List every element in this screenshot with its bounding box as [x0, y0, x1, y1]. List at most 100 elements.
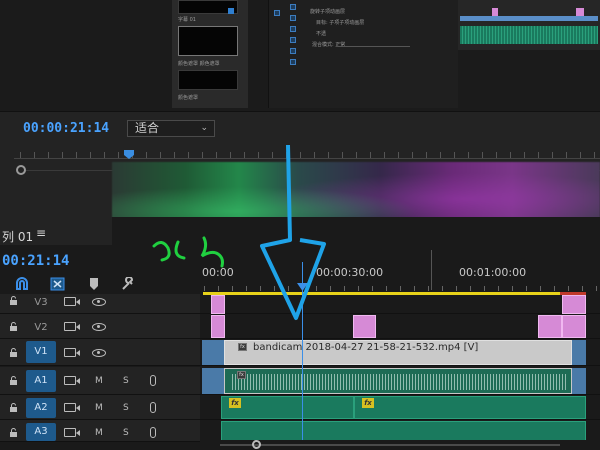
- clip-color-matte[interactable]: [211, 295, 225, 314]
- solo-toggle[interactable]: S: [123, 403, 129, 413]
- chevron-down-icon: ⌄: [200, 123, 208, 133]
- track-name-a2[interactable]: A2: [26, 398, 56, 418]
- mini-audio: [460, 26, 598, 44]
- thumb-label: 颜色遮罩 颜色遮罩: [178, 61, 220, 67]
- ruler-tick: [20, 152, 21, 158]
- track-name-a3[interactable]: A3: [26, 423, 56, 441]
- solo-toggle[interactable]: S: [123, 376, 129, 386]
- clip-video-head[interactable]: [202, 340, 224, 365]
- ruler-tick: [104, 152, 105, 158]
- timeline-timecode[interactable]: 00:21:14: [2, 253, 69, 269]
- lock-icon[interactable]: [9, 322, 18, 331]
- lock-icon[interactable]: [9, 403, 18, 412]
- microphone-icon[interactable]: [150, 427, 156, 438]
- ruler-tick: [398, 152, 399, 158]
- thumbnail-color-matte[interactable]: [178, 26, 238, 56]
- clip-color-matte[interactable]: [562, 295, 586, 314]
- microphone-icon[interactable]: [150, 402, 156, 413]
- effect-keyframe-toggle[interactable]: [290, 26, 296, 32]
- ruler-tick: [246, 286, 247, 291]
- eye-icon[interactable]: [92, 298, 106, 306]
- ruler-tick: [582, 286, 583, 291]
- clip-audio[interactable]: [354, 396, 586, 419]
- lock-icon[interactable]: [9, 296, 18, 305]
- lock-icon[interactable]: [9, 428, 18, 437]
- ruler-tick: [456, 286, 457, 291]
- ruler-tick: [496, 152, 497, 158]
- sequence-tab[interactable]: 列 01: [2, 228, 33, 245]
- zoom-fit-select[interactable]: 适合 ⌄: [127, 120, 215, 137]
- monitor-ruler[interactable]: [14, 158, 600, 159]
- clip-audio-head[interactable]: [202, 368, 224, 394]
- ruler-tick: [442, 286, 443, 291]
- lock-icon[interactable]: [9, 348, 18, 357]
- marker-icon[interactable]: [86, 277, 102, 291]
- sync-lock-film-icon[interactable]: [64, 297, 80, 306]
- sync-lock-film-icon[interactable]: [64, 428, 80, 437]
- ruler-tick: [216, 152, 217, 158]
- snap-magnet-icon[interactable]: [14, 277, 30, 291]
- mute-toggle[interactable]: M: [95, 403, 103, 413]
- ruler-tick: [328, 152, 329, 158]
- blend-mode-dropdown[interactable]: [338, 40, 410, 47]
- effect-row: 旋转子项动画层: [310, 9, 346, 15]
- ruler-tick: [204, 286, 205, 291]
- effect-keyframe-toggle[interactable]: [290, 37, 296, 43]
- ruler-tick: [594, 152, 595, 158]
- clip-color-matte[interactable]: [211, 315, 225, 338]
- ruler-tick: [426, 152, 427, 158]
- eye-icon[interactable]: [92, 323, 106, 331]
- lock-icon[interactable]: [9, 376, 18, 385]
- mute-toggle[interactable]: M: [95, 376, 103, 386]
- microphone-icon[interactable]: [150, 375, 156, 386]
- eye-icon[interactable]: [92, 349, 106, 357]
- scrollbar-track[interactable]: [220, 444, 560, 446]
- wrench-icon[interactable]: [120, 277, 136, 291]
- solo-toggle[interactable]: S: [123, 428, 129, 438]
- track-name-v1[interactable]: V1: [26, 341, 56, 363]
- ruler-tick: [274, 286, 275, 291]
- thumbnail-matte[interactable]: [178, 70, 238, 90]
- sync-lock-film-icon[interactable]: [64, 322, 80, 331]
- effect-keyframe-toggle[interactable]: [274, 10, 280, 16]
- scrollbar-handle[interactable]: [252, 440, 261, 449]
- clip-audio-tail[interactable]: [572, 368, 586, 394]
- clip-name: bandicam 2018-04-27 21-58-21-532.mp4 [V]: [253, 342, 479, 353]
- clip-color-matte[interactable]: [562, 315, 586, 338]
- track-name-v2[interactable]: V2: [26, 322, 56, 333]
- ruler-tick: [356, 152, 357, 158]
- ruler-tick: [218, 286, 219, 291]
- audio-waveform: [232, 374, 568, 390]
- mute-toggle[interactable]: M: [95, 428, 103, 438]
- clip-audio[interactable]: [221, 421, 586, 441]
- hamburger-icon[interactable]: ≡: [36, 226, 46, 240]
- ruler-tick: [554, 286, 555, 291]
- clip-color-matte[interactable]: [538, 315, 562, 338]
- sync-lock-film-icon[interactable]: [64, 348, 80, 357]
- ruler-label: 00:00:30:00: [316, 266, 384, 279]
- ruler-tick: [454, 152, 455, 158]
- ruler-tick: [400, 286, 401, 291]
- ruler-tick: [34, 152, 35, 158]
- ruler-tick: [244, 152, 245, 158]
- ruler-tick: [566, 152, 567, 158]
- effect-keyframe-toggle[interactable]: [290, 59, 296, 65]
- ruler-tick: [372, 286, 373, 291]
- clip-video-tail[interactable]: [572, 340, 586, 365]
- program-timecode[interactable]: 00:00:21:14: [23, 121, 109, 136]
- ruler-tick: [428, 286, 429, 291]
- linked-selection-icon[interactable]: [50, 277, 66, 291]
- sync-lock-film-icon[interactable]: [64, 403, 80, 412]
- track-name-v3[interactable]: V3: [26, 297, 56, 308]
- effect-keyframe-toggle[interactable]: [290, 48, 296, 54]
- monitor-zoom-handle[interactable]: [16, 165, 26, 175]
- effect-keyframe-toggle[interactable]: [290, 15, 296, 21]
- ruler-tick: [344, 286, 345, 291]
- track-name-a1[interactable]: A1: [26, 370, 56, 392]
- sync-lock-film-icon[interactable]: [64, 376, 80, 385]
- ruler-tick: [62, 152, 63, 158]
- clip-color-matte[interactable]: [353, 315, 376, 338]
- effect-keyframe-toggle[interactable]: [290, 4, 296, 10]
- ruler-tick: [596, 286, 597, 291]
- thumb-label: 颜色遮罩: [178, 95, 199, 101]
